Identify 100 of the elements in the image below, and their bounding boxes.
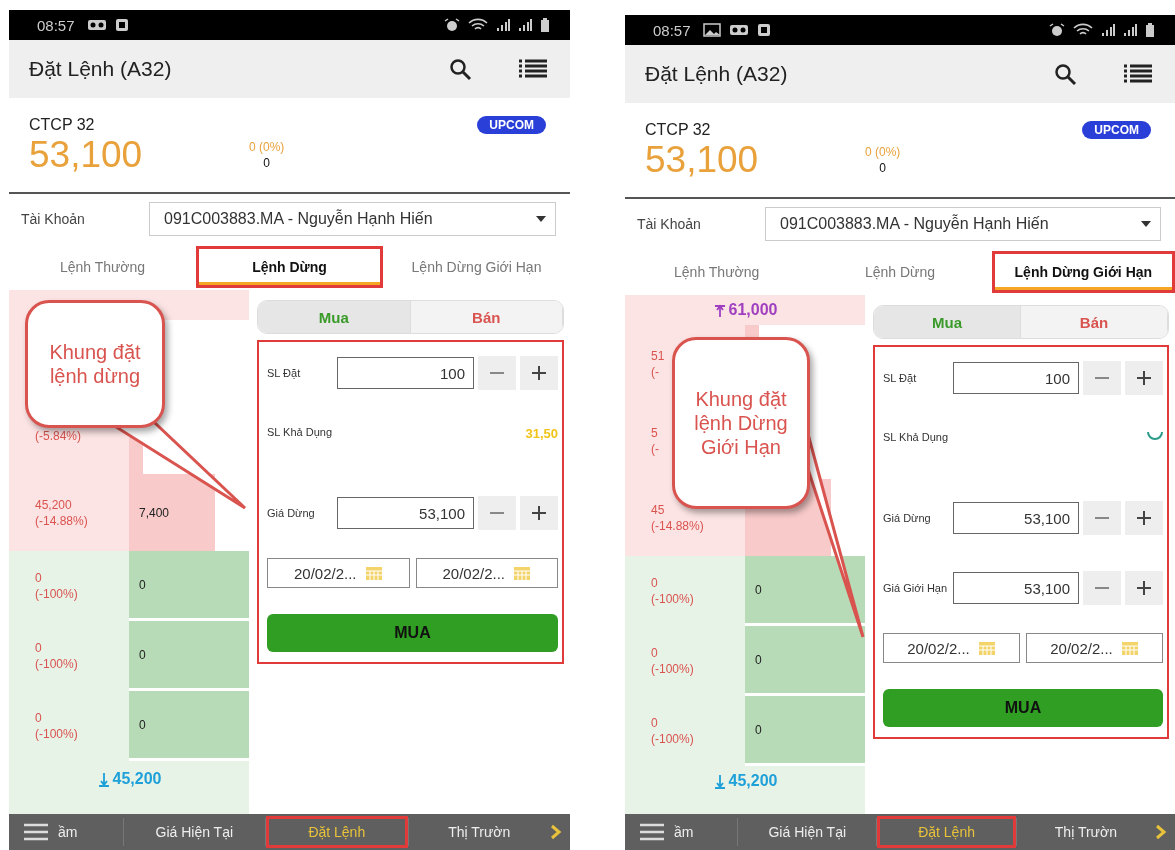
list-icon[interactable] [518,58,548,80]
price-change-percent: (-100%) [651,731,694,747]
increment-button[interactable] [1125,571,1163,605]
exchange-badge: UPCOM [477,116,546,134]
bid-ask-volume: 7,400 [138,505,170,520]
side-toggle[interactable]: Mua [874,306,1021,338]
search-icon[interactable] [1053,62,1077,86]
status-time: 08:57 [653,21,691,39]
signal-icon [1101,23,1115,37]
screen-title: Đặt Lệnh (A32) [29,57,173,81]
battery-icon [1145,23,1155,37]
nav-tab[interactable]: Thị Trườn [408,816,550,848]
menu-icon[interactable] [23,823,49,841]
side-toggle[interactable]: Bán [1021,306,1168,338]
date-value: 20/02/2... [442,564,506,582]
date-value: 20/02/2... [907,639,970,657]
order-type-tab[interactable]: Lệnh Dừng Giới Hạn [991,251,1175,293]
nav-tab[interactable]: Giá Hiện Tại [738,816,877,848]
number-field[interactable]: 100 [953,362,1079,394]
bid-ask-price: 0 [651,575,658,591]
field-label: Giá Dừng [883,511,932,525]
field-label: SL Đặt [883,371,918,385]
plus-icon [1135,370,1153,386]
buy-button[interactable]: MUA [267,614,558,652]
status-time: 08:57 [37,16,75,34]
plus-icon [530,505,548,521]
price-change-percent: (-5.84%) [35,427,81,444]
battery-icon [540,18,550,32]
screen-title: Đặt Lệnh (A32) [645,62,789,86]
list-icon[interactable] [1123,63,1153,85]
number-field[interactable]: 53,100 [953,502,1079,534]
bid-ask-price: 45,200 [35,496,72,513]
square-icon [114,18,129,32]
stock-price: 53,100 [29,134,144,176]
price-change: 0 (0%) [249,140,285,154]
account-label: Tài Khoản [636,216,702,232]
plus-icon [1135,510,1153,526]
nav-tab[interactable]: ầm [665,816,738,848]
down-arrow-icon [712,773,727,789]
up-arrow-icon [712,302,727,318]
field-label: Giá Dừng [267,506,316,520]
buy-button[interactable]: MUA [883,689,1163,727]
increment-button[interactable] [520,496,558,530]
plus-icon [1135,580,1153,596]
bid-ask-price: 0 [651,715,658,731]
signal-icon [496,18,510,32]
nav-tab[interactable]: ầm [49,816,123,848]
number-field[interactable]: 100 [337,357,474,389]
price-change: 0 (0%) [865,145,901,159]
image-icon [702,23,721,37]
bid-ask-price: 0 [651,645,658,661]
plus-icon [530,365,548,381]
alarm-icon [444,18,460,32]
exchange-badge: UPCOM [1082,121,1151,139]
bid-ask-price: 45 [651,501,665,518]
search-icon[interactable] [448,57,472,81]
price-change-percent: (-100%) [35,586,78,602]
signal-icon [1123,23,1137,37]
stock-price: 53,100 [645,139,760,181]
bid-ask-price: 0 [35,710,42,726]
calendar-icon [513,565,532,581]
date-field[interactable]: 20/02/2... [267,558,410,588]
account-dropdown[interactable]: 091C003883.MA - Nguyễn Hạnh Hiến [765,207,1161,241]
calendar-icon [977,640,996,656]
date-field[interactable]: 20/02/2... [415,558,558,588]
nav-tab[interactable]: Giá Hiện Tại [123,816,266,848]
price-change-percent: (-14.88%) [35,512,88,529]
bid-ask-volume: 0 [754,722,762,737]
bid-ask-price: 0 [35,570,42,586]
price-change-percent: (-14.88%) [651,517,704,534]
date-field[interactable]: 20/02/2... [1026,633,1163,663]
account-label: Tài Khoản [20,211,86,227]
callout-text: Khung đặt lệnh Dừng Giới Hạn [693,387,789,459]
chevron-right-icon[interactable] [550,824,562,840]
side-toggle[interactable]: Bán [410,301,563,333]
date-field[interactable]: 20/02/2... [883,633,1020,663]
field-label: SL Đặt [267,366,302,380]
number-field[interactable]: 53,100 [953,572,1079,604]
bid-ask-price: 5 [651,424,658,441]
account-dropdown[interactable]: 091C003883.MA - Nguyễn Hạnh Hiến [149,202,556,236]
chevron-right-icon[interactable] [1155,824,1167,840]
number-field[interactable]: 53,100 [337,497,474,529]
nav-tab[interactable]: Đặt Lệnh [266,816,408,848]
bid-ask-price: 51 [651,347,665,364]
bid-ask-volume: 0 [754,582,762,597]
menu-icon[interactable] [639,823,665,841]
down-arrow-icon [96,770,111,787]
bid-ask-price: 0 [35,640,42,656]
price-change-percent: (-100%) [651,591,694,607]
floor-price: 45,200 [112,769,162,788]
nav-tab[interactable]: Thị Trườn [1016,816,1155,848]
available-quantity: 31,50 [525,426,558,441]
floor-price: 45,200 [728,772,778,790]
increment-button[interactable] [520,356,558,390]
nav-tab[interactable]: Đặt Lệnh [877,816,1016,848]
increment-button[interactable] [1125,361,1163,395]
order-type-tab[interactable]: Lệnh Dừng [196,246,383,288]
caret-icon [1140,220,1152,228]
side-toggle[interactable]: Mua [258,301,411,333]
increment-button[interactable] [1125,501,1163,535]
